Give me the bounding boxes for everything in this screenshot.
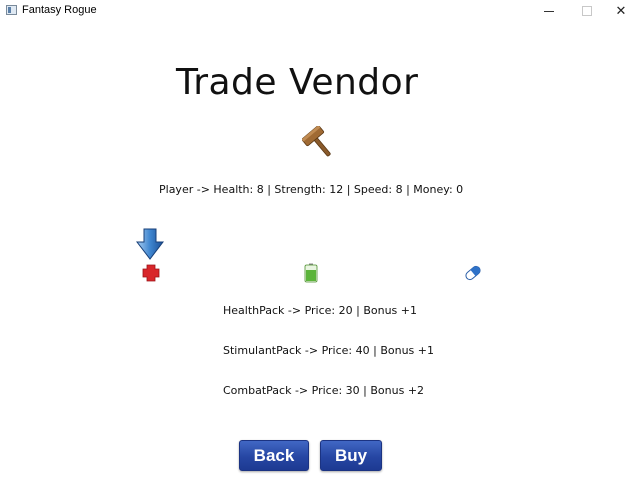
item-line-stimulantpack: StimulantPack -> Price: 40 | Bonus +1 bbox=[223, 344, 434, 357]
app-icon bbox=[6, 5, 17, 15]
arrow-down-icon[interactable] bbox=[135, 228, 165, 260]
minimize-icon bbox=[544, 10, 554, 12]
page-title: Trade Vendor bbox=[176, 62, 419, 103]
player-stats: Player -> Health: 8 | Strength: 12 | Spe… bbox=[159, 183, 464, 196]
red-cross-icon[interactable] bbox=[141, 263, 161, 283]
close-icon: ✕ bbox=[615, 3, 627, 19]
back-button[interactable]: Back bbox=[239, 440, 309, 471]
battery-icon[interactable] bbox=[301, 263, 321, 283]
minimize-button[interactable] bbox=[530, 0, 568, 22]
maximize-icon bbox=[582, 6, 592, 16]
window-title: Fantasy Rogue bbox=[22, 4, 97, 16]
item-line-combatpack: CombatPack -> Price: 30 | Bonus +2 bbox=[223, 384, 425, 397]
hammer-icon bbox=[302, 126, 331, 157]
title-bar: Fantasy Rogue ✕ bbox=[0, 0, 640, 22]
pill-icon[interactable] bbox=[463, 263, 483, 283]
item-line-healthpack: HealthPack -> Price: 20 | Bonus +1 bbox=[223, 304, 417, 317]
close-button[interactable]: ✕ bbox=[602, 0, 640, 22]
maximize-button[interactable] bbox=[568, 0, 606, 22]
buy-button[interactable]: Buy bbox=[320, 440, 382, 471]
